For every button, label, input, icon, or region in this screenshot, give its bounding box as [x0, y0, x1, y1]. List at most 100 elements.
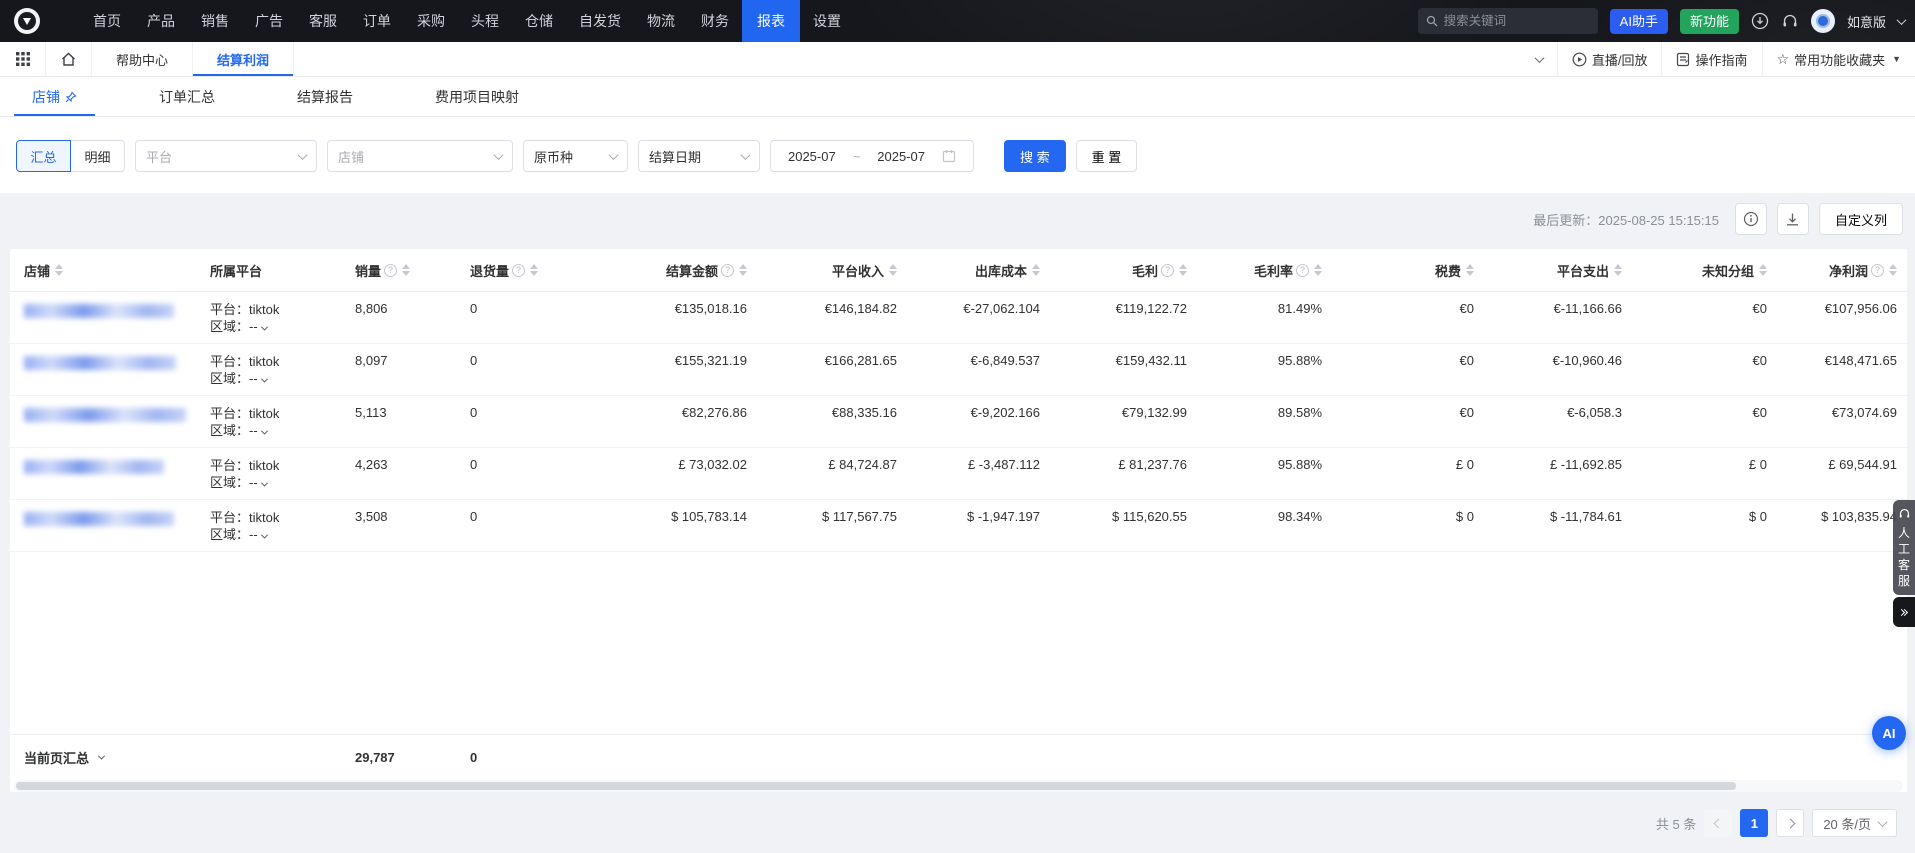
export-download-button[interactable] [1777, 203, 1809, 235]
nav-item-self-shipping[interactable]: 自发货 [566, 0, 634, 42]
page-number-button[interactable]: 1 [1740, 809, 1768, 837]
nav-item-settings[interactable]: 设置 [800, 0, 854, 42]
shop-select[interactable]: 店铺 [327, 140, 513, 172]
nav-item-sales[interactable]: 销售 [188, 0, 242, 42]
help-icon[interactable]: ? [1161, 264, 1174, 277]
subtab-order-summary[interactable]: 订单汇总 [141, 77, 233, 116]
sort-icon[interactable] [739, 264, 747, 276]
mode-detail-button[interactable]: 明细 [70, 140, 125, 172]
nav-item-products[interactable]: 产品 [134, 0, 188, 42]
help-icon[interactable]: ? [384, 264, 397, 277]
help-icon[interactable]: ? [1871, 264, 1884, 277]
date-from-value[interactable]: 2025-07 [788, 149, 836, 164]
nav-item-warehouse[interactable]: 仓储 [512, 0, 566, 42]
headset-support-icon[interactable] [1781, 12, 1799, 30]
shop-name-blurred[interactable] [10, 448, 200, 499]
region-expand-chevron-icon[interactable] [261, 532, 268, 539]
nav-item-home[interactable]: 首页 [80, 0, 134, 42]
nav-item-customer-service[interactable]: 客服 [296, 0, 350, 42]
help-icon[interactable]: ? [1296, 264, 1309, 277]
date-type-select[interactable]: 结算日期 [638, 140, 760, 172]
col-header-outbound-cost[interactable]: 出库成本 [905, 261, 1048, 280]
col-header-unknown-group[interactable]: 未知分组 [1630, 261, 1775, 280]
region-expand-chevron-icon[interactable] [261, 480, 268, 487]
search-input[interactable] [1444, 14, 1584, 28]
col-header-sales-qty[interactable]: 销量? [345, 261, 460, 280]
subtab-shop[interactable]: 店铺 [14, 77, 95, 116]
app-launcher-grid-icon[interactable] [0, 42, 46, 76]
help-icon[interactable]: ? [721, 264, 734, 277]
user-avatar[interactable] [1811, 9, 1835, 33]
horizontal-scrollbar[interactable] [14, 780, 1903, 792]
nav-item-orders[interactable]: 订单 [350, 0, 404, 42]
col-header-gross-margin[interactable]: 毛利率? [1195, 261, 1330, 280]
operation-guide-link[interactable]: 操作指南 [1661, 42, 1761, 76]
prev-page-button[interactable] [1704, 809, 1732, 837]
mode-summary-button[interactable]: 汇总 [16, 140, 71, 172]
panel-collapse-button[interactable] [1893, 597, 1915, 627]
sort-icon[interactable] [1466, 264, 1474, 276]
ai-assistant-button[interactable]: AI助手 [1610, 9, 1668, 34]
version-label[interactable]: 如意版 [1847, 12, 1886, 31]
version-chevron-down-icon[interactable] [1897, 15, 1907, 25]
col-header-return-qty[interactable]: 退货量? [460, 261, 575, 280]
region-expand-chevron-icon[interactable] [261, 376, 268, 383]
reset-button[interactable]: 重 置 [1076, 140, 1138, 172]
new-features-button[interactable]: 新功能 [1680, 9, 1739, 34]
shop-name-blurred[interactable] [10, 292, 200, 343]
col-header-platform-expense[interactable]: 平台支出 [1482, 261, 1630, 280]
subtab-fee-mapping[interactable]: 费用项目映射 [417, 77, 537, 116]
region-expand-chevron-icon[interactable] [261, 324, 268, 331]
shop-name-blurred[interactable] [10, 344, 200, 395]
horizontal-scrollbar-thumb[interactable] [16, 782, 1736, 790]
download-center-icon[interactable] [1751, 12, 1769, 30]
sort-icon[interactable] [1179, 264, 1187, 276]
region-expand-chevron-icon[interactable] [261, 428, 268, 435]
tab-settlement-profit[interactable]: 结算利润 [193, 42, 294, 76]
sort-icon[interactable] [1032, 264, 1040, 276]
nav-item-finance[interactable]: 财务 [688, 0, 742, 42]
col-header-gross-profit[interactable]: 毛利? [1048, 261, 1195, 280]
sort-icon[interactable] [889, 264, 897, 276]
col-header-net-profit[interactable]: 净利润? [1775, 261, 1905, 280]
next-page-button[interactable] [1776, 809, 1804, 837]
live-replay-link[interactable]: 直播/回放 [1557, 42, 1662, 76]
date-to-value[interactable]: 2025-07 [877, 149, 925, 164]
currency-select[interactable]: 原币种 [523, 140, 628, 172]
nav-item-reports[interactable]: 报表 [742, 0, 800, 42]
human-support-button[interactable]: 人工客服 [1893, 500, 1915, 595]
sort-icon[interactable] [1759, 264, 1767, 276]
tabs-collapse-chevron-icon[interactable] [1522, 56, 1557, 63]
nav-item-logistics[interactable]: 物流 [634, 0, 688, 42]
settlement-date-range[interactable]: 2025-07 ~ 2025-07 [770, 140, 974, 172]
col-header-settlement-amount[interactable]: 结算金额? [575, 261, 755, 280]
platform-select[interactable]: 平台 [135, 140, 317, 172]
sort-icon[interactable] [1614, 264, 1622, 276]
shop-name-blurred[interactable] [10, 396, 200, 447]
sort-icon[interactable] [1314, 264, 1322, 276]
sort-icon[interactable] [55, 264, 63, 276]
nav-item-purchasing[interactable]: 采购 [404, 0, 458, 42]
col-header-shop[interactable]: 店铺 [10, 261, 200, 280]
summary-expand-chevron-icon[interactable] [98, 753, 105, 760]
sort-icon[interactable] [402, 264, 410, 276]
nav-item-ads[interactable]: 广告 [242, 0, 296, 42]
app-logo-icon[interactable] [14, 8, 40, 34]
page-size-select[interactable]: 20 条/页 [1812, 809, 1897, 837]
col-header-tax[interactable]: 税费 [1330, 261, 1482, 280]
summary-label[interactable]: 当前页汇总 [10, 748, 200, 767]
tab-help-center[interactable]: 帮助中心 [92, 42, 193, 76]
shop-name-blurred[interactable] [10, 500, 200, 551]
global-search[interactable] [1418, 8, 1598, 34]
sort-icon[interactable] [530, 264, 538, 276]
nav-item-first-leg[interactable]: 头程 [458, 0, 512, 42]
help-icon[interactable]: ? [512, 264, 525, 277]
subtab-settlement-report[interactable]: 结算报告 [279, 77, 371, 116]
ai-assistant-fab[interactable]: AI [1872, 716, 1906, 750]
search-button[interactable]: 搜 索 [1004, 140, 1066, 172]
sort-icon[interactable] [1889, 264, 1897, 276]
customize-columns-button[interactable]: 自定义列 [1819, 203, 1903, 235]
home-tab-icon[interactable] [46, 42, 92, 76]
info-button[interactable] [1735, 203, 1767, 235]
col-header-platform-income[interactable]: 平台收入 [755, 261, 905, 280]
